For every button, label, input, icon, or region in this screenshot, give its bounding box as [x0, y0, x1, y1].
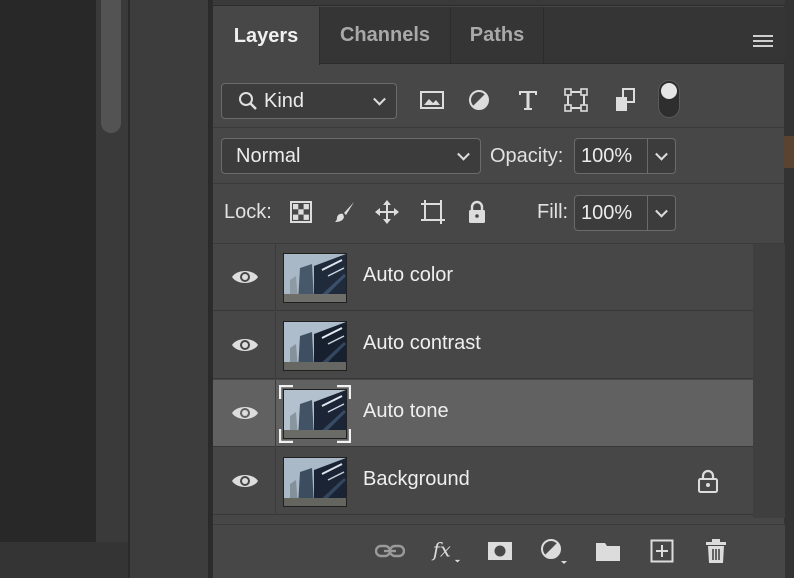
chevron-down-icon	[655, 147, 668, 161]
new-layer-icon[interactable]	[647, 537, 677, 565]
eye-visibility-icon[interactable]	[231, 334, 259, 356]
layer-row[interactable]: Background	[213, 448, 753, 515]
layer-name[interactable]: Auto color	[363, 264, 453, 287]
chevron-down-icon	[373, 92, 386, 106]
layers-list: Auto color Auto contrast Auto tone Backg…	[213, 244, 785, 518]
opacity-label: Opacity:	[490, 145, 564, 167]
eye-visibility-icon[interactable]	[231, 266, 259, 288]
filter-toggle-switch[interactable]	[658, 80, 680, 118]
svg-text:fx: fx	[431, 538, 451, 561]
horizontal-scrollbar[interactable]	[0, 542, 128, 578]
canvas-area	[0, 0, 96, 578]
fill-input[interactable]: 100%	[574, 195, 648, 231]
blend-mode-dropdown[interactable]: Normal	[221, 138, 481, 174]
lock-transparent-pixels-icon[interactable]	[287, 198, 315, 226]
panel-dock-gap	[128, 0, 210, 578]
layers-panel: Layers Channels Paths Kind Normal Opacit…	[212, 0, 785, 578]
search-icon	[239, 92, 257, 110]
panel-header-strip[interactable]	[213, 0, 785, 6]
layer-thumbnail[interactable]	[283, 253, 347, 303]
vertical-scrollbar-thumb[interactable]	[101, 0, 121, 133]
eye-visibility-icon[interactable]	[231, 470, 259, 492]
divider	[275, 380, 276, 447]
divider	[275, 312, 276, 379]
tab-channels[interactable]: Channels	[320, 7, 451, 64]
lock-label: Lock:	[224, 201, 272, 223]
filter-kind-dropdown[interactable]: Kind	[221, 83, 397, 119]
layer-row[interactable]: Auto color	[213, 244, 753, 311]
lock-row: Lock: Fill: 100%	[213, 184, 785, 244]
divider	[275, 448, 276, 515]
layers-footer-toolbar: fx	[213, 524, 785, 578]
lock-image-pixels-icon[interactable]	[331, 198, 359, 226]
right-edge	[784, 0, 794, 578]
tab-layers[interactable]: Layers	[213, 7, 320, 65]
type-filter-icon[interactable]	[514, 86, 542, 114]
fill-slider-toggle[interactable]	[648, 195, 676, 231]
layer-row-selected[interactable]: Auto tone	[213, 380, 753, 447]
layer-name[interactable]: Background	[363, 468, 470, 491]
lock-artboard-icon[interactable]	[419, 198, 447, 226]
panel-menu-icon[interactable]	[753, 35, 773, 51]
layer-row[interactable]: Auto contrast	[213, 312, 753, 379]
trash-icon[interactable]	[701, 537, 731, 565]
adjustment-filter-icon[interactable]	[465, 86, 493, 114]
filter-row: Kind	[213, 65, 785, 128]
layer-mask-icon[interactable]	[485, 537, 515, 565]
fx-icon[interactable]: fx	[431, 537, 461, 565]
blend-mode-value: Normal	[236, 144, 301, 167]
opacity-input[interactable]: 100%	[574, 138, 648, 174]
lock-position-icon[interactable]	[373, 198, 401, 226]
layer-name[interactable]: Auto tone	[363, 400, 449, 423]
tab-paths[interactable]: Paths	[451, 7, 544, 64]
layer-thumbnail[interactable]	[283, 321, 347, 371]
toggle-knob	[661, 83, 677, 99]
opacity-slider-toggle[interactable]	[648, 138, 676, 174]
shape-filter-icon[interactable]	[562, 86, 590, 114]
chevron-down-icon	[457, 147, 470, 161]
chevron-down-icon	[655, 204, 668, 218]
layer-thumbnail[interactable]	[283, 457, 347, 507]
adjustment-layer-icon[interactable]	[539, 537, 569, 565]
selection-corners-icon	[279, 385, 351, 443]
fill-label: Fill:	[537, 201, 569, 223]
link-layers-icon[interactable]	[375, 537, 405, 565]
eye-visibility-icon[interactable]	[231, 402, 259, 424]
lock-all-icon[interactable]	[463, 198, 491, 226]
tab-bar: Layers Channels Paths	[213, 7, 785, 65]
layers-scrollbar[interactable]	[753, 244, 785, 518]
canvas-peek	[784, 136, 794, 168]
image-filter-icon[interactable]	[418, 86, 446, 114]
smart-object-filter-icon[interactable]	[611, 86, 639, 114]
layer-name[interactable]: Auto contrast	[363, 332, 481, 355]
layer-lock-icon[interactable]	[697, 468, 719, 494]
blend-row: Normal Opacity: 100%	[213, 128, 785, 184]
group-folder-icon[interactable]	[593, 537, 623, 565]
divider	[275, 244, 276, 311]
filter-kind-label: Kind	[264, 89, 305, 112]
